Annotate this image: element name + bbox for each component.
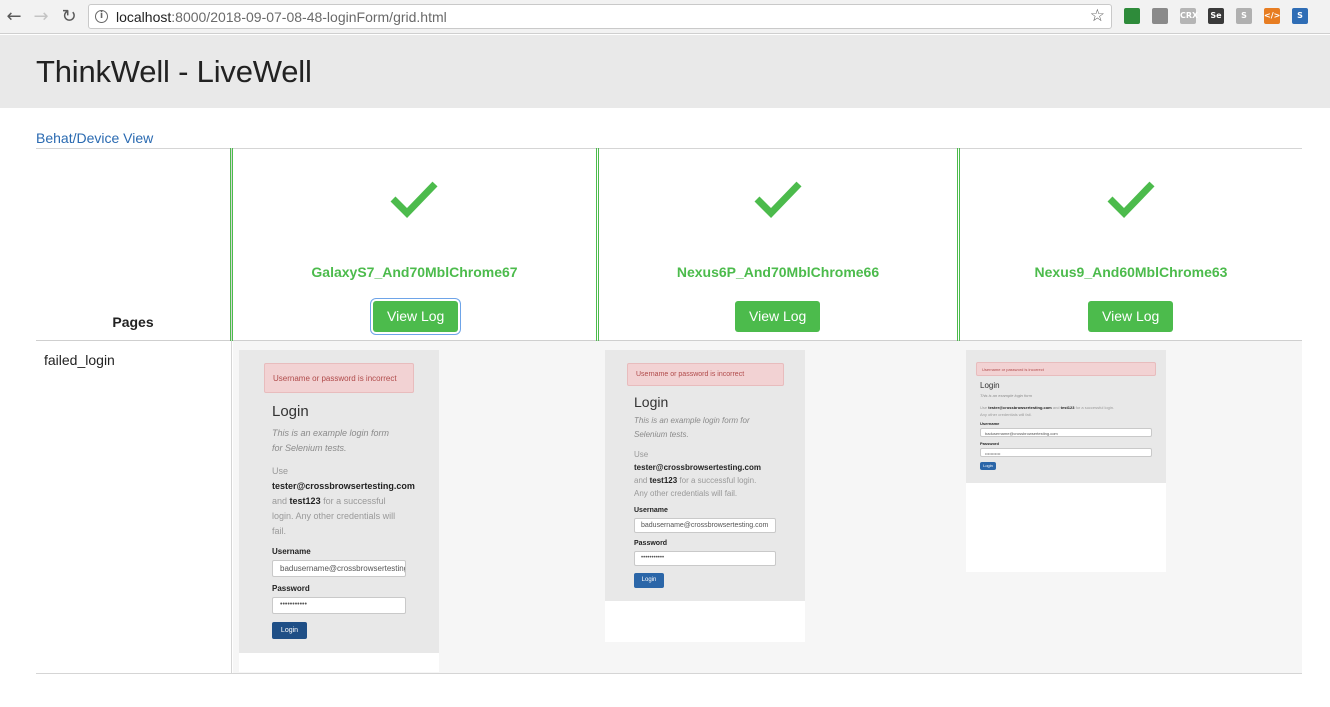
error-alert: Username or password is incorrect bbox=[976, 362, 1156, 376]
password-label: Password bbox=[980, 441, 999, 446]
checkmark-icon bbox=[390, 181, 438, 218]
behat-device-view-link[interactable]: Behat/Device View bbox=[36, 130, 153, 146]
instruction-password: test123 bbox=[289, 496, 321, 506]
instruction-text: fail. bbox=[272, 526, 287, 536]
results-grid: Pages failed_login GalaxyS7_And70MblChro… bbox=[36, 148, 1302, 674]
screenshot-thumbnail[interactable]: Username or password is incorrect Login … bbox=[239, 350, 439, 672]
divider bbox=[36, 673, 1302, 674]
extension-selenium-icon[interactable]: Se bbox=[1208, 8, 1224, 24]
url-host: localhost bbox=[116, 9, 172, 25]
login-button: Login bbox=[980, 462, 996, 470]
username-label: Username bbox=[272, 547, 311, 556]
login-heading: Login bbox=[272, 403, 309, 420]
instruction-and: and bbox=[634, 476, 648, 485]
url-path: :8000/2018-09-07-08-48-loginForm/grid.ht… bbox=[171, 9, 447, 25]
instruction-and: and bbox=[1052, 405, 1060, 410]
device-column-galaxys7: GalaxyS7_And70MblChrome67 View Log bbox=[230, 148, 596, 341]
page-title: ThinkWell - LiveWell bbox=[36, 54, 312, 89]
instruction-password: test123 bbox=[649, 476, 678, 485]
username-label: Username bbox=[980, 421, 1000, 426]
login-heading: Login bbox=[980, 381, 1000, 390]
password-label: Password bbox=[634, 540, 668, 547]
arrow-right-icon[interactable]: → bbox=[30, 6, 52, 28]
instruction-text: and test123 for a successful login. bbox=[634, 476, 756, 485]
login-heading: Login bbox=[634, 394, 669, 410]
password-field: ••••••••••• bbox=[634, 551, 776, 566]
instruction-and: and bbox=[272, 496, 288, 506]
username-field: badusername@crossbrowsertesting.com bbox=[634, 518, 776, 533]
view-log-button[interactable]: View Log bbox=[735, 301, 821, 332]
extension-code-icon[interactable]: </> bbox=[1264, 8, 1280, 24]
address-bar[interactable]: i localhost:8000/2018-09-07-08-48-loginF… bbox=[88, 4, 1112, 29]
password-label: Password bbox=[272, 584, 310, 593]
instruction-text: Use bbox=[634, 450, 649, 459]
extension-s-blue-icon[interactable]: S bbox=[1292, 8, 1308, 24]
instruction-password: test123 bbox=[1060, 405, 1075, 410]
extension-crx-icon[interactable]: CRX bbox=[1180, 8, 1198, 24]
instruction-text: Any other credentials will fail. bbox=[980, 412, 1032, 417]
device-column-nexus6p: Nexus6P_And70MblChrome66 View Log bbox=[596, 148, 957, 341]
password-field: ••••••••••• bbox=[980, 448, 1152, 457]
checkmark-icon bbox=[754, 181, 802, 218]
error-alert: Username or password is incorrect bbox=[264, 363, 414, 393]
extension-s-icon[interactable]: S bbox=[1236, 8, 1252, 24]
extension-green-icon[interactable] bbox=[1124, 8, 1140, 24]
login-description: This is an example login form bbox=[272, 428, 390, 438]
url-text[interactable]: localhost:8000/2018-09-07-08-48-loginFor… bbox=[116, 9, 447, 25]
instruction-text: and test123 for a successful bbox=[272, 496, 386, 506]
instruction-success: for a successful bbox=[323, 496, 386, 506]
instruction-success: for a successful login. bbox=[679, 476, 757, 485]
extension-vue-icon[interactable] bbox=[1152, 8, 1168, 24]
instruction-text: Use tester@crossbrowsertesting.com and t… bbox=[980, 405, 1114, 410]
instruction-email: tester@crossbrowsertesting.com bbox=[634, 463, 761, 472]
instruction-use: Use bbox=[980, 405, 988, 410]
password-field: ••••••••••• bbox=[272, 597, 406, 614]
device-name: Nexus6P_And70MblChrome66 bbox=[676, 264, 880, 280]
device-name: GalaxyS7_And70MblChrome67 bbox=[311, 264, 518, 280]
username-field: badusername@crossbrowsertesting.com bbox=[980, 428, 1152, 437]
checkmark-icon bbox=[1107, 181, 1155, 218]
username-label: Username bbox=[634, 507, 668, 514]
login-button: Login bbox=[272, 622, 307, 639]
reload-icon[interactable]: ↻ bbox=[58, 6, 80, 28]
view-log-button[interactable]: View Log bbox=[1088, 301, 1174, 332]
info-icon[interactable]: i bbox=[95, 10, 108, 23]
login-description: Selenium tests. bbox=[634, 430, 689, 439]
row-page-name: failed_login bbox=[44, 352, 115, 368]
device-name: Nexus9_And60MblChrome63 bbox=[1034, 264, 1228, 280]
device-column-nexus9: Nexus9_And60MblChrome63 View Log bbox=[957, 148, 1302, 341]
screenshot-thumbnail[interactable]: Username or password is incorrect Login … bbox=[605, 350, 805, 642]
instruction-text: login. Any other credentials will bbox=[272, 511, 396, 521]
instruction-text: Any other credentials will fail. bbox=[634, 489, 738, 498]
page-header: ThinkWell - LiveWell bbox=[0, 35, 1330, 108]
login-description: This is an example login form for bbox=[634, 416, 750, 425]
browser-toolbar: ← → ↻ i localhost:8000/2018-09-07-08-48-… bbox=[0, 0, 1330, 34]
instruction-text: Use bbox=[272, 466, 289, 476]
instruction-email: tester@crossbrowsertesting.com bbox=[988, 405, 1052, 410]
instruction-email: tester@crossbrowsertesting.com bbox=[272, 481, 415, 491]
username-field: badusername@crossbrowsertesting.com bbox=[272, 560, 406, 577]
arrow-left-icon[interactable]: ← bbox=[3, 6, 25, 28]
login-description: for Selenium tests. bbox=[272, 443, 347, 453]
error-alert: Username or password is incorrect bbox=[627, 363, 784, 386]
view-log-button[interactable]: View Log bbox=[373, 301, 459, 332]
instruction-success: for a successful login. bbox=[1075, 405, 1115, 410]
login-button: Login bbox=[634, 573, 664, 588]
login-description: This is an example login form bbox=[980, 393, 1033, 398]
bookmark-star-icon[interactable]: ☆ bbox=[1090, 6, 1105, 26]
pages-column-heading: Pages bbox=[112, 314, 154, 330]
screenshot-thumbnail[interactable]: Username or password is incorrect Login … bbox=[966, 350, 1166, 572]
